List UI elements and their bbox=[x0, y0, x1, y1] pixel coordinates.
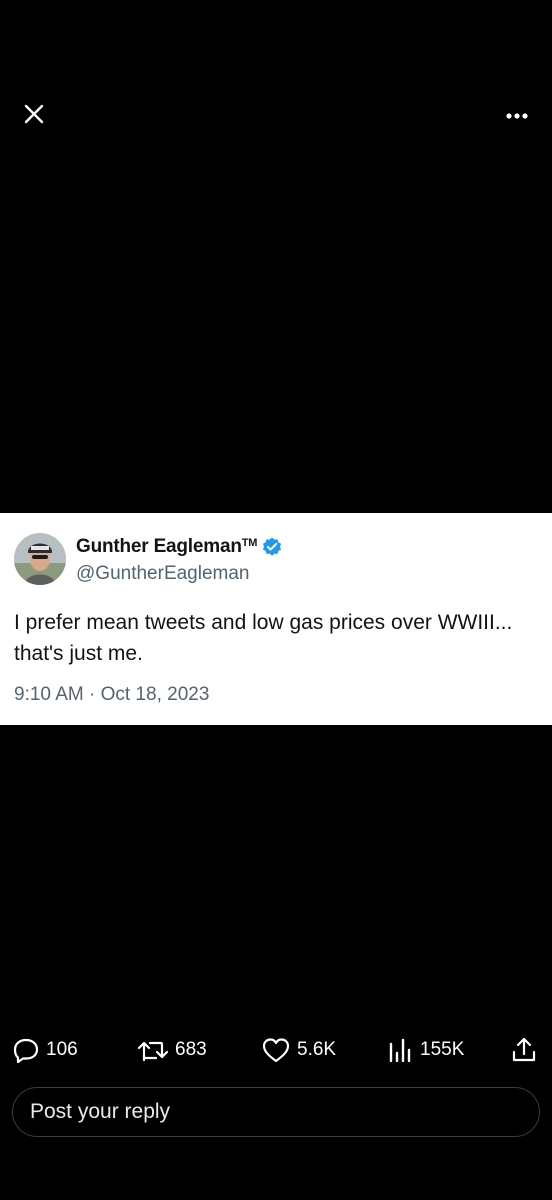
reply-button[interactable]: 106 bbox=[12, 1030, 78, 1070]
engagement-bar: 106 683 5.6K 155K bbox=[0, 1030, 552, 1070]
close-icon bbox=[23, 103, 45, 130]
author-name: Gunther EaglemanTM bbox=[76, 536, 258, 557]
tweet-text: I prefer mean tweets and low gas prices … bbox=[14, 611, 513, 665]
repost-count: 683 bbox=[175, 1039, 207, 1060]
author-name-row: Gunther EaglemanTM bbox=[76, 535, 283, 559]
share-icon bbox=[510, 1036, 538, 1064]
tweet-image-card[interactable]: Gunther EaglemanTM @GuntherEagleman I pr… bbox=[0, 513, 552, 725]
like-count: 5.6K bbox=[297, 1039, 337, 1060]
views-icon bbox=[386, 1036, 414, 1064]
like-button[interactable]: 5.6K bbox=[261, 1030, 336, 1070]
media-viewer-screen: Gunther EaglemanTM @GuntherEagleman I pr… bbox=[0, 0, 552, 1200]
reply-placeholder: Post your reply bbox=[30, 1100, 171, 1123]
reply-count: 106 bbox=[46, 1039, 78, 1060]
repost-icon bbox=[137, 1036, 169, 1064]
reply-input[interactable]: Post your reply bbox=[12, 1087, 540, 1137]
more-options-button[interactable] bbox=[500, 100, 534, 132]
trademark-mark: TM bbox=[241, 537, 258, 549]
share-button[interactable] bbox=[510, 1030, 538, 1070]
avatar bbox=[14, 533, 66, 585]
close-button[interactable] bbox=[18, 100, 50, 132]
repost-button[interactable]: 683 bbox=[137, 1030, 207, 1070]
heart-icon bbox=[261, 1036, 291, 1064]
verified-badge-icon bbox=[261, 536, 283, 558]
tweet-timestamp: 9:10 AM · Oct 18, 2023 bbox=[14, 684, 210, 705]
author-handle: @GuntherEagleman bbox=[76, 563, 250, 584]
views-count: 155K bbox=[420, 1039, 465, 1060]
reply-icon bbox=[12, 1036, 40, 1064]
views-button[interactable]: 155K bbox=[386, 1030, 464, 1070]
more-horizontal-icon bbox=[505, 107, 529, 125]
